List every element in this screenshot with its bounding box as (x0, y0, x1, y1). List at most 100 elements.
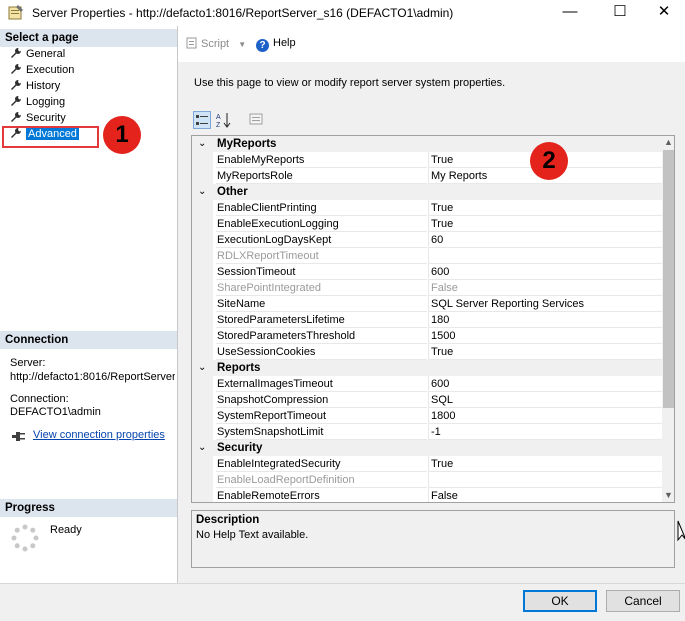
grid-category-myreports[interactable]: ⌄ MyReports (192, 136, 662, 152)
grid-row[interactable]: StoredParametersLifetime 180 (192, 312, 662, 328)
collapse-chevron-icon[interactable]: ⌄ (198, 184, 206, 200)
cancel-button[interactable]: Cancel (606, 590, 680, 612)
wrench-icon (11, 112, 21, 122)
grid-row-gutter (192, 472, 213, 488)
nav-item-logging[interactable]: Logging (10, 95, 65, 110)
grid-property-value[interactable]: 600 (428, 376, 662, 392)
highlight-box-advanced (2, 126, 99, 148)
grid-property-value[interactable]: True (428, 200, 662, 216)
nav-item-label: Logging (26, 96, 66, 108)
server-label: Server: (10, 357, 46, 369)
grid-scrollbar[interactable]: ▲ ▼ (662, 136, 674, 502)
grid-row-gutter (192, 264, 213, 280)
view-connection-properties-link[interactable]: View connection properties (33, 429, 165, 441)
connection-label: Connection: (10, 393, 69, 405)
grid-row[interactable]: UseSessionCookies True (192, 344, 662, 360)
grid-property-value[interactable]: 60 (428, 232, 662, 248)
grid-property-value[interactable]: False (428, 488, 662, 502)
wrench-icon (11, 48, 21, 58)
resize-cursor-icon (677, 520, 685, 542)
grid-row-gutter (192, 296, 213, 312)
grid-category-security[interactable]: ⌄ Security (192, 440, 662, 456)
grid-row-gutter (192, 200, 213, 216)
grid-row[interactable]: EnableExecutionLogging True (192, 216, 662, 232)
grid-property-value[interactable]: True (428, 216, 662, 232)
grid-property-value[interactable]: SQL (428, 392, 662, 408)
alphabetical-view-button[interactable]: A Z (215, 111, 233, 129)
ok-button[interactable]: OK (523, 590, 597, 612)
maximize-button[interactable]: ☐ (597, 0, 643, 26)
nav-item-label: Execution (26, 64, 75, 76)
grid-property-value[interactable]: -1 (428, 424, 662, 440)
categorized-icon (196, 115, 208, 125)
grid-property-value[interactable]: 1800 (428, 408, 662, 424)
grid-row[interactable]: ExecutionLogDaysKept 60 (192, 232, 662, 248)
grid-row[interactable]: ExternalImagesTimeout 600 (192, 376, 662, 392)
help-button[interactable]: ? Help (256, 37, 296, 52)
grid-property-name: EnableMyReports (216, 152, 427, 168)
grid-category-other[interactable]: ⌄ Other (192, 184, 662, 200)
grid-row[interactable]: SiteName SQL Server Reporting Services (192, 296, 662, 312)
scrollbar-thumb[interactable] (663, 150, 674, 408)
main-panel: Script ▼ ? Help Use this page to view or … (178, 26, 685, 583)
grid-row[interactable]: EnableRemoteErrors False (192, 488, 662, 502)
nav-item-general[interactable]: General (10, 47, 65, 62)
collapse-chevron-icon[interactable]: ⌄ (198, 440, 206, 456)
grid-row[interactable]: MyReportsRole My Reports (192, 168, 662, 184)
grid-property-name: SnapshotCompression (216, 392, 427, 408)
grid-property-value[interactable]: 180 (428, 312, 662, 328)
server-value: http://defacto1:8016/ReportServer (10, 371, 175, 383)
grid-row-gutter (192, 488, 213, 502)
grid-property-name: StoredParametersLifetime (216, 312, 427, 328)
grid-row-gutter (192, 344, 213, 360)
scroll-down-icon[interactable]: ▼ (663, 489, 674, 502)
nav-item-history[interactable]: History (10, 79, 60, 94)
grid-property-value[interactable]: 1500 (428, 328, 662, 344)
grid-property-name: SystemReportTimeout (216, 408, 427, 424)
grid-row-gutter (192, 232, 213, 248)
grid-property-value[interactable]: True (428, 456, 662, 472)
select-page-heading: Select a page (0, 29, 177, 47)
annotation-badge-1: 1 (103, 116, 141, 154)
nav-item-security[interactable]: Security (10, 111, 66, 126)
grid-category-reports[interactable]: ⌄ Reports (192, 360, 662, 376)
svg-text:A: A (216, 114, 221, 121)
categorized-view-button[interactable] (193, 111, 211, 129)
grid-row[interactable]: StoredParametersThreshold 1500 (192, 328, 662, 344)
grid-row[interactable]: SessionTimeout 600 (192, 264, 662, 280)
grid-row[interactable]: EnableIntegratedSecurity True (192, 456, 662, 472)
nav-item-label: Security (26, 112, 66, 124)
grid-property-name: SystemSnapshotLimit (216, 424, 427, 440)
property-pages-button[interactable] (248, 111, 266, 129)
grid-row[interactable]: SnapshotCompression SQL (192, 392, 662, 408)
grid-property-value[interactable]: True (428, 344, 662, 360)
scroll-up-icon[interactable]: ▲ (663, 136, 674, 149)
collapse-chevron-icon[interactable]: ⌄ (198, 136, 206, 152)
grid-row[interactable]: EnableMyReports True (192, 152, 662, 168)
wrench-icon (11, 64, 21, 74)
nav-item-execution[interactable]: Execution (10, 63, 74, 78)
grid-row[interactable]: EnableClientPrinting True (192, 200, 662, 216)
grid-row[interactable]: EnableLoadReportDefinition (192, 472, 662, 488)
grid-row[interactable]: SystemReportTimeout 1800 (192, 408, 662, 424)
grid-row-gutter (192, 392, 213, 408)
grid-row[interactable]: SharePointIntegrated False (192, 280, 662, 296)
property-grid[interactable]: ⌄ MyReports EnableMyReports True MyReportsRo… (191, 135, 675, 503)
grid-property-value[interactable]: SQL Server Reporting Services (428, 296, 662, 312)
left-panel: Select a page General Execution History Log… (0, 26, 178, 583)
grid-category-label: Other (217, 186, 248, 198)
script-button[interactable]: Script ▼ (186, 37, 246, 50)
close-button[interactable]: ✕ (641, 0, 685, 26)
nav-item-label: General (26, 48, 66, 60)
grid-row[interactable]: RDLXReportTimeout (192, 248, 662, 264)
grid-property-value[interactable]: 600 (428, 264, 662, 280)
progress-status: Ready (50, 524, 82, 536)
grid-row[interactable]: SystemSnapshotLimit -1 (192, 424, 662, 440)
grid-category-label: Security (217, 442, 263, 454)
minimize-button[interactable]: — (547, 0, 593, 26)
collapse-chevron-icon[interactable]: ⌄ (198, 360, 206, 376)
sort-alphabetical-icon: A Z (216, 113, 231, 129)
grid-row-gutter (192, 248, 213, 264)
annotation-badge-2: 2 (530, 142, 568, 180)
script-icon (186, 37, 197, 49)
